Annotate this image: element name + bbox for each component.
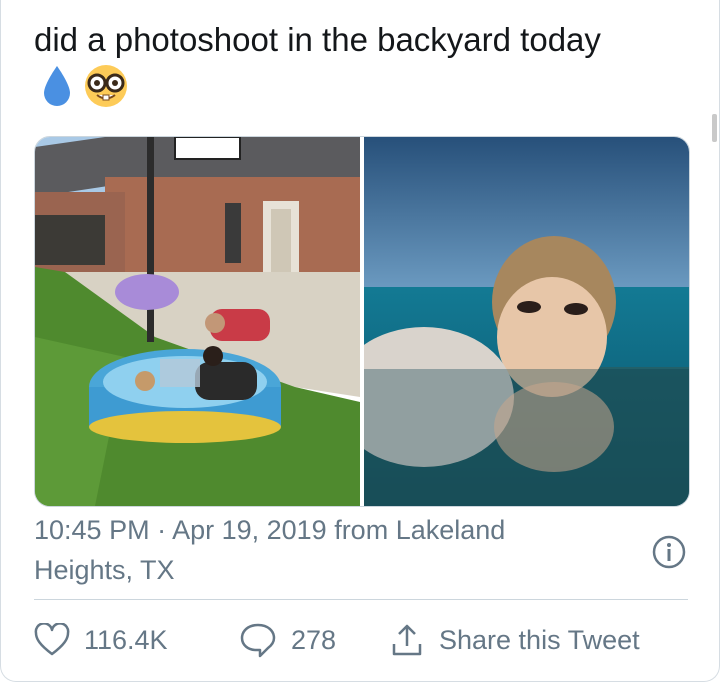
like-button[interactable]: 116.4K <box>34 614 168 666</box>
scrollbar-thumb[interactable] <box>712 114 717 142</box>
emoji-row <box>41 64 129 112</box>
reply-count: 278 <box>291 624 337 655</box>
share-button[interactable]: Share this Tweet <box>389 614 640 666</box>
divider <box>34 599 688 600</box>
tweet-timestamp[interactable]: 10:45 PM · Apr 19, 2019 from Lakeland He… <box>34 510 594 590</box>
like-count: 116.4K <box>84 624 168 655</box>
heart-icon <box>34 623 70 657</box>
tweet-card: did a photoshoot in the backyard today 1… <box>0 0 720 682</box>
droplet-emoji-icon <box>41 64 73 113</box>
tweet-text: did a photoshoot in the backyard today <box>34 21 601 58</box>
share-label: Share this Tweet <box>439 624 640 655</box>
backyard-pool-photo[interactable] <box>35 137 360 506</box>
media-grid <box>34 136 690 507</box>
underwater-portrait-photo[interactable] <box>364 137 689 506</box>
action-bar: 116.4K 278 Share this Tweet <box>34 614 694 666</box>
info-icon[interactable] <box>652 535 686 569</box>
nerd-face-emoji-icon <box>83 63 129 114</box>
reply-button[interactable]: 278 <box>239 614 336 666</box>
speech-bubble-icon <box>239 622 277 658</box>
share-icon <box>389 622 425 658</box>
